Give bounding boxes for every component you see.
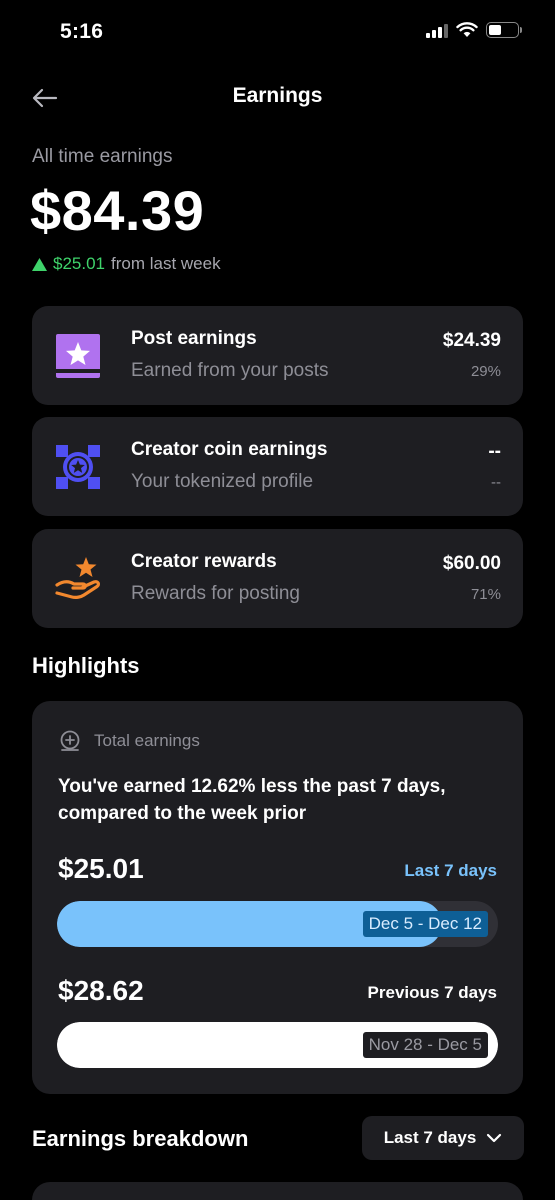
period-dropdown-value: Last 7 days: [383, 1128, 477, 1147]
creator-rewards-card[interactable]: Creator rewards Rewards for posting $60.…: [32, 529, 523, 628]
change-text: from last week: [111, 254, 221, 273]
highlight-label: Total earnings: [94, 731, 200, 750]
previous-period-label: Previous 7 days: [367, 983, 497, 1002]
card-percent: --: [491, 474, 501, 491]
card-value: $24.39: [442, 330, 501, 351]
card-percent: 71%: [470, 586, 501, 603]
card-subtitle: Earned from your posts: [131, 360, 329, 381]
previous-period-dates: Nov 28 - Dec 5: [362, 1032, 488, 1058]
highlight-description: You've earned 12.62% less the past 7 day…: [58, 776, 446, 824]
total-earnings-highlight-card: Total earnings You've earned 12.62% less…: [32, 701, 523, 1094]
card-value: $60.00: [442, 553, 501, 574]
all-time-earnings-label: All time earnings: [32, 146, 173, 167]
card-value: --: [488, 441, 501, 462]
highlight-header: Total earnings: [58, 729, 200, 753]
weekly-change: $25.01 from last week: [32, 254, 221, 274]
breakdown-card: [32, 1182, 523, 1200]
status-time: 5:16: [60, 20, 104, 43]
card-subtitle: Your tokenized profile: [131, 471, 314, 492]
card-subtitle: Rewards for posting: [131, 583, 300, 604]
card-percent: 29%: [470, 363, 501, 380]
period-dropdown[interactable]: Last 7 days: [362, 1116, 524, 1160]
card-title: Post earnings: [131, 328, 257, 349]
creator-coin-earnings-card[interactable]: Creator coin earnings Your tokenized pro…: [32, 417, 523, 516]
card-title: Creator rewards: [131, 551, 277, 572]
wifi-icon: [456, 22, 478, 37]
previous-period-bar: Nov 28 - Dec 5: [57, 1022, 498, 1068]
current-period-label: Last 7 days: [404, 861, 497, 880]
status-bar: 5:16: [0, 0, 555, 62]
earnings-breakdown-title: Earnings breakdown: [32, 1126, 249, 1151]
triangle-up-icon: [32, 257, 47, 271]
highlights-title: Highlights: [32, 653, 140, 678]
post-star-icon: [56, 334, 100, 378]
previous-period-amount: $28.62: [58, 975, 144, 1006]
page-title: Earnings: [232, 84, 323, 107]
status-icons: [426, 22, 522, 38]
all-time-earnings-amount: $84.39: [30, 179, 205, 242]
chevron-down-icon: [487, 1133, 502, 1143]
current-period-amount: $25.01: [58, 853, 144, 884]
cellular-signal-icon: [426, 22, 448, 38]
hand-star-icon: [55, 557, 101, 599]
battery-icon: [486, 22, 522, 38]
creator-coin-icon: [56, 445, 100, 489]
card-title: Creator coin earnings: [131, 439, 328, 460]
post-earnings-card[interactable]: Post earnings Earned from your posts $24…: [32, 306, 523, 405]
current-period-bar: Dec 5 - Dec 12: [57, 901, 498, 947]
coin-plus-icon: [60, 730, 80, 751]
change-amount: $25.01: [53, 254, 105, 273]
current-period-dates: Dec 5 - Dec 12: [362, 911, 488, 937]
